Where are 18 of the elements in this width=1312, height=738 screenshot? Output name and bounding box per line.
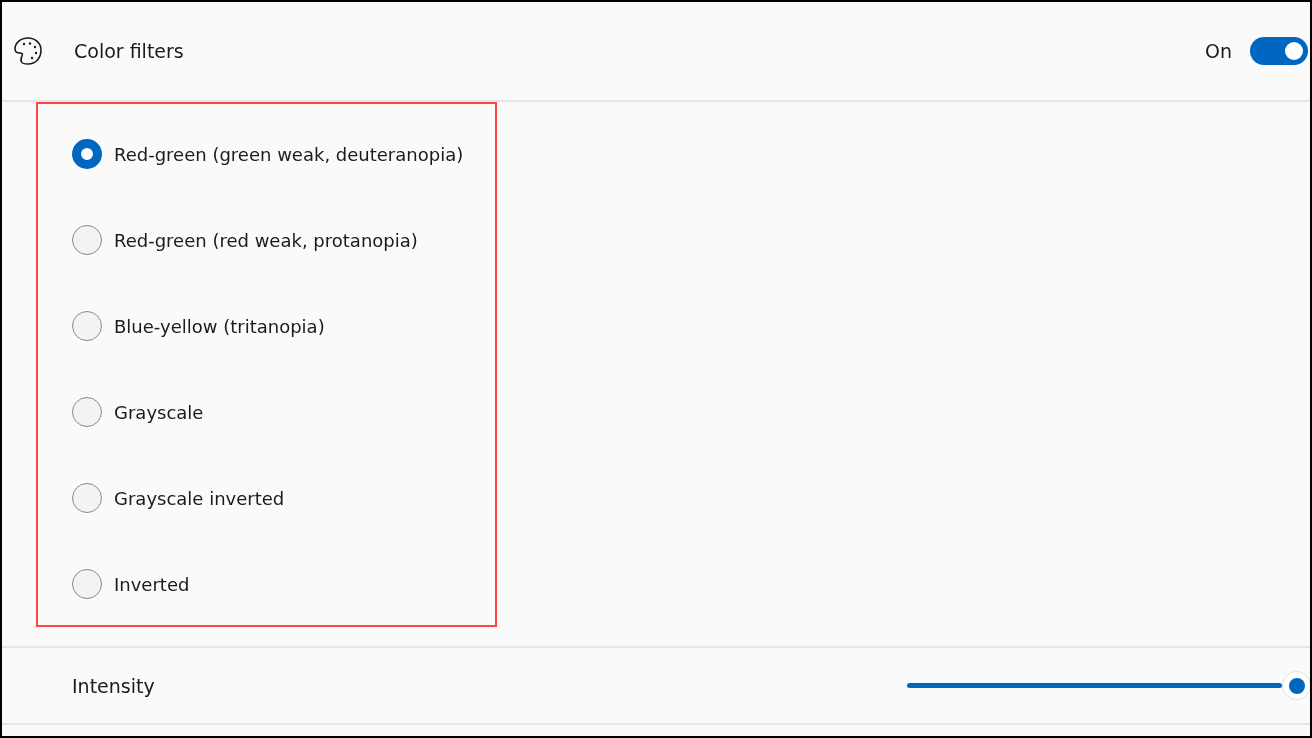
section-title: Color filters	[74, 40, 185, 62]
palette-icon	[12, 35, 44, 67]
toggle-state-label: On	[1205, 40, 1232, 62]
intensity-label: Intensity	[72, 674, 156, 697]
option-label: Grayscale	[114, 401, 204, 423]
option-label: Blue-yellow (tritanopia)	[114, 315, 325, 337]
radio-button[interactable]	[72, 483, 102, 513]
option-label: Red-green (red weak, protanopia)	[114, 229, 418, 251]
radio-button[interactable]	[72, 139, 102, 169]
toggle-switch[interactable]	[1250, 37, 1308, 65]
slider-thumb[interactable]	[1282, 671, 1310, 700]
option-label: Red-green (green weak, deuteranopia)	[114, 143, 464, 165]
option-label: Grayscale inverted	[114, 487, 285, 509]
radio-button[interactable]	[72, 569, 102, 599]
option-label: Inverted	[114, 573, 190, 595]
radio-button[interactable]	[72, 311, 102, 341]
radio-button[interactable]	[72, 225, 102, 255]
radio-button[interactable]	[72, 397, 102, 427]
